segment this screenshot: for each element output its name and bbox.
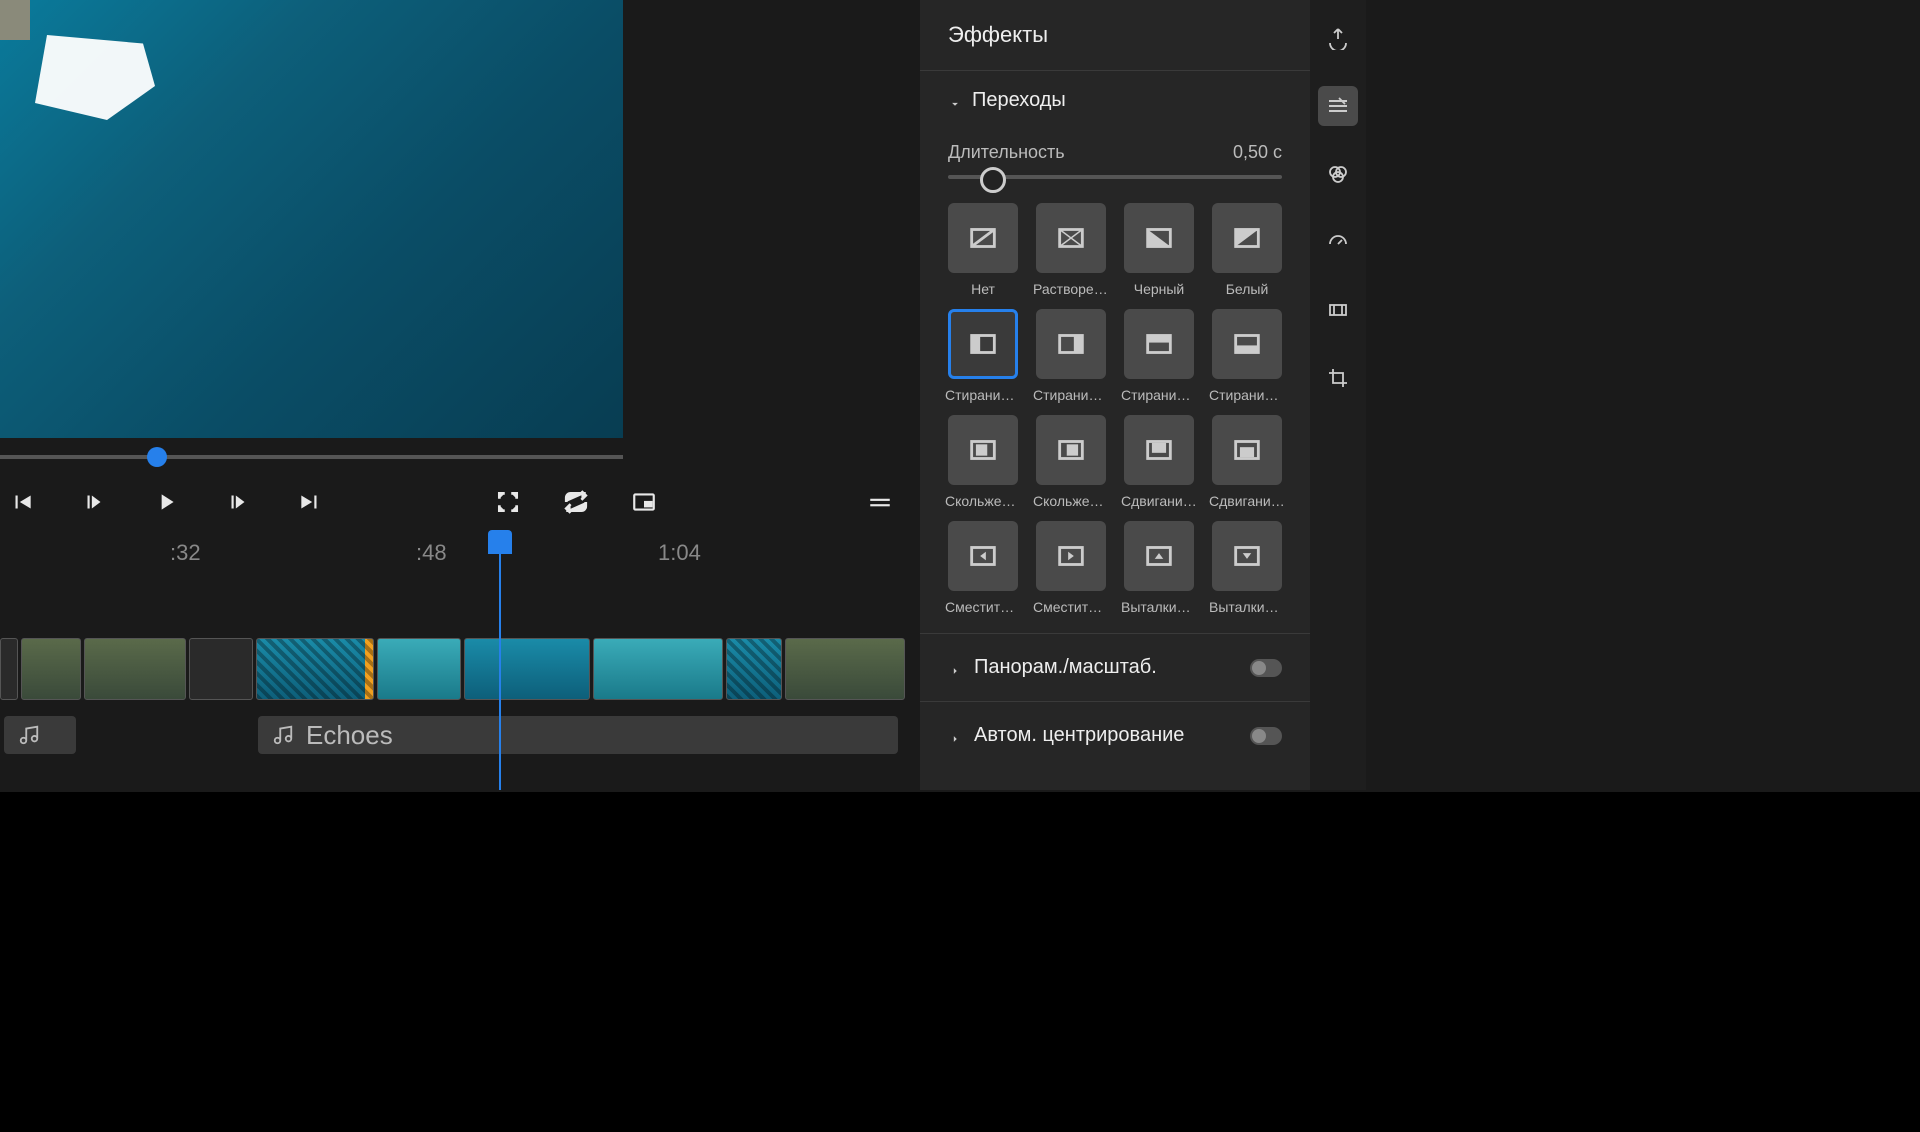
transition-push-up[interactable] bbox=[1124, 415, 1194, 485]
transition-white[interactable] bbox=[1212, 203, 1282, 273]
video-clip[interactable] bbox=[0, 638, 18, 700]
chevron-right-icon bbox=[948, 661, 962, 675]
letterbox-black bbox=[0, 792, 1920, 1132]
audio-track[interactable]: Echoes bbox=[0, 716, 910, 754]
auto-center-toggle[interactable] bbox=[1250, 727, 1282, 745]
video-preview[interactable] bbox=[0, 0, 623, 438]
audio-clip-name: Echoes bbox=[306, 720, 393, 751]
frame-back-button[interactable] bbox=[80, 488, 108, 516]
time-ruler[interactable]: :32 :48 1:04 bbox=[0, 528, 910, 572]
transition-marker[interactable] bbox=[365, 639, 373, 699]
video-clip[interactable] bbox=[464, 638, 590, 700]
transition-shove-up[interactable] bbox=[1124, 521, 1194, 591]
frame-forward-button[interactable] bbox=[224, 488, 252, 516]
preview-scrubber[interactable] bbox=[0, 445, 623, 469]
transition-label: Нет bbox=[945, 281, 1021, 297]
effects-icon[interactable] bbox=[1318, 86, 1358, 126]
transition-shove-down[interactable] bbox=[1212, 521, 1282, 591]
transport-bar bbox=[0, 478, 910, 526]
transition-shove-right[interactable] bbox=[1036, 521, 1106, 591]
transition-label: Стирание … bbox=[1209, 387, 1285, 403]
transition-slide-right[interactable] bbox=[1036, 415, 1106, 485]
speed-icon[interactable] bbox=[1318, 222, 1358, 262]
pan-zoom-toggle[interactable] bbox=[1250, 659, 1282, 677]
transition-label: Стирание в… bbox=[1121, 387, 1197, 403]
app-window: :32 :48 1:04 Ec bbox=[0, 0, 1366, 790]
video-clip[interactable] bbox=[189, 638, 253, 700]
video-clip[interactable] bbox=[84, 638, 186, 700]
aspect-icon[interactable] bbox=[1318, 290, 1358, 330]
transition-label: Сдвигание… bbox=[1121, 493, 1197, 509]
transition-label: Стирание … bbox=[1033, 387, 1109, 403]
tool-rail bbox=[1310, 0, 1366, 790]
audio-clip[interactable] bbox=[4, 716, 76, 754]
transitions-section-header[interactable]: Переходы bbox=[948, 89, 1282, 112]
pip-button[interactable] bbox=[630, 488, 658, 516]
video-clip[interactable] bbox=[785, 638, 905, 700]
transition-shove-left[interactable] bbox=[948, 521, 1018, 591]
transition-label: Белый bbox=[1209, 281, 1285, 297]
transition-wipe-right[interactable] bbox=[1036, 309, 1106, 379]
video-clip[interactable] bbox=[21, 638, 81, 700]
video-clip[interactable] bbox=[726, 638, 782, 700]
transition-label: Скольжени… bbox=[1033, 493, 1109, 509]
scrubber-handle[interactable] bbox=[147, 447, 167, 467]
duration-label: Длительность bbox=[948, 142, 1065, 163]
time-tick: :48 bbox=[416, 540, 447, 566]
panel-title: Эффекты bbox=[920, 0, 1310, 71]
transition-label: Сместить в… bbox=[1033, 599, 1109, 615]
time-tick: :32 bbox=[170, 540, 201, 566]
auto-center-section[interactable]: Автом. центрирование bbox=[920, 701, 1310, 769]
transition-none[interactable] bbox=[948, 203, 1018, 273]
transition-slide-left[interactable] bbox=[948, 415, 1018, 485]
transition-label: Стирание … bbox=[945, 387, 1021, 403]
video-clip[interactable] bbox=[377, 638, 461, 700]
transition-label: Выталкива… bbox=[1121, 599, 1197, 615]
skip-end-button[interactable] bbox=[296, 488, 324, 516]
transition-push-down[interactable] bbox=[1212, 415, 1282, 485]
transition-dissolve[interactable] bbox=[1036, 203, 1106, 273]
video-clip[interactable] bbox=[593, 638, 723, 700]
color-icon[interactable] bbox=[1318, 154, 1358, 194]
duration-value[interactable]: 0,50 с bbox=[1233, 142, 1282, 163]
crop-icon[interactable] bbox=[1318, 358, 1358, 398]
duration-slider[interactable] bbox=[948, 175, 1282, 179]
transition-label: Растворение bbox=[1033, 281, 1109, 297]
transition-black[interactable] bbox=[1124, 203, 1194, 273]
transition-label: Черный bbox=[1121, 281, 1197, 297]
play-button[interactable] bbox=[152, 488, 180, 516]
pan-zoom-section[interactable]: Панорам./масштаб. bbox=[920, 633, 1310, 701]
video-clip[interactable] bbox=[256, 638, 374, 700]
video-track[interactable] bbox=[0, 638, 910, 700]
transition-wipe-down[interactable] bbox=[1212, 309, 1282, 379]
transition-label: Сдвигание… bbox=[1209, 493, 1285, 509]
transition-wipe-up[interactable] bbox=[1124, 309, 1194, 379]
audio-clip[interactable]: Echoes bbox=[258, 716, 898, 754]
transition-label: Сместить в… bbox=[945, 599, 1021, 615]
transitions-grid: Нет Растворение Черный Белый Стирание … Стира… bbox=[948, 203, 1282, 615]
timeline[interactable]: Echoes bbox=[0, 638, 910, 754]
transition-wipe-left[interactable] bbox=[948, 309, 1018, 379]
transition-label: Скольжени… bbox=[945, 493, 1021, 509]
effects-panel: Эффекты Переходы Длительность 0,50 с Нет… bbox=[920, 0, 1310, 790]
loop-button[interactable] bbox=[562, 488, 590, 516]
timeline-menu-button[interactable] bbox=[866, 488, 894, 516]
export-icon[interactable] bbox=[1318, 18, 1358, 58]
transition-label: Выталкива… bbox=[1209, 599, 1285, 615]
time-tick: 1:04 bbox=[658, 540, 701, 566]
fullscreen-button[interactable] bbox=[494, 488, 522, 516]
chevron-down-icon bbox=[948, 94, 962, 108]
playhead[interactable] bbox=[488, 530, 512, 790]
skip-start-button[interactable] bbox=[8, 488, 36, 516]
chevron-right-icon bbox=[948, 729, 962, 743]
